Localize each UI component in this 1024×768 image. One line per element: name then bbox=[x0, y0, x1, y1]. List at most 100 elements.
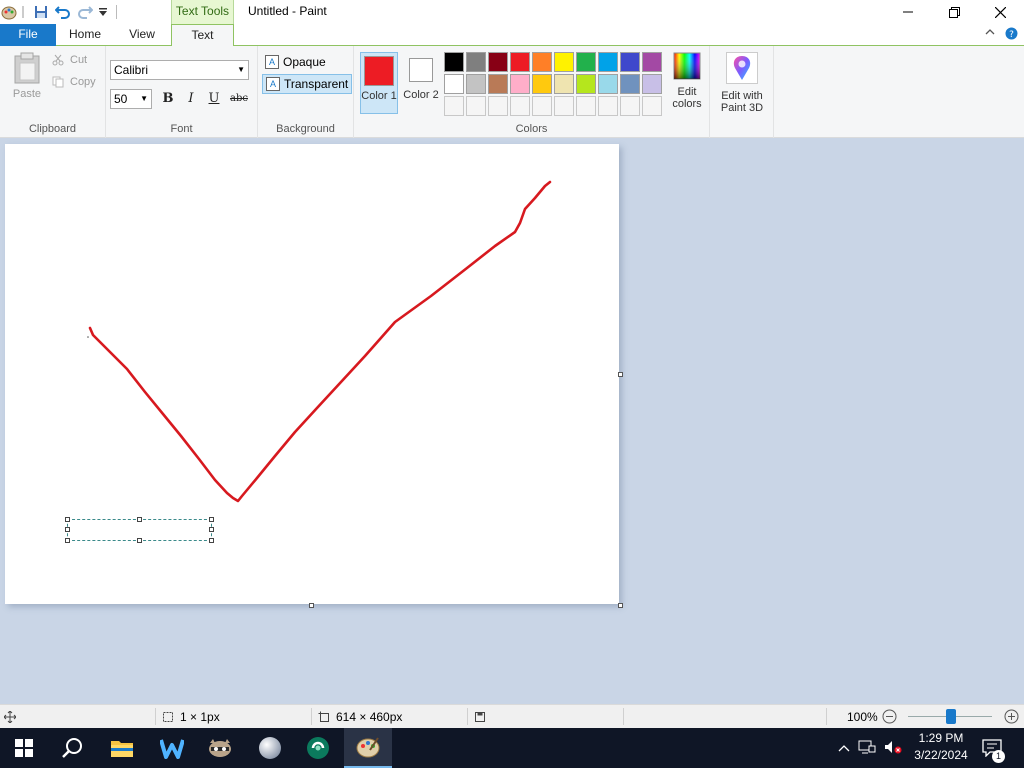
palette-swatch[interactable] bbox=[642, 52, 662, 72]
palette-swatch[interactable] bbox=[576, 74, 596, 94]
drawing-canvas[interactable] bbox=[5, 144, 619, 604]
divider bbox=[116, 5, 117, 19]
zoom-in-icon[interactable] bbox=[1004, 705, 1019, 728]
palette-swatch[interactable] bbox=[598, 74, 618, 94]
color-palette bbox=[444, 52, 662, 116]
resize-handle[interactable] bbox=[209, 527, 214, 532]
palette-swatch[interactable] bbox=[510, 52, 530, 72]
palette-swatch[interactable] bbox=[598, 96, 618, 116]
minimize-icon[interactable] bbox=[885, 0, 931, 24]
palette-swatch[interactable] bbox=[620, 96, 640, 116]
resize-handle[interactable] bbox=[137, 517, 142, 522]
resize-handle[interactable] bbox=[65, 538, 70, 543]
zoom-out-icon[interactable] bbox=[882, 705, 897, 728]
undo-icon[interactable] bbox=[54, 3, 72, 21]
app-raccoon-icon[interactable] bbox=[196, 728, 244, 768]
palette-swatch[interactable] bbox=[444, 52, 464, 72]
resize-handle[interactable] bbox=[137, 538, 142, 543]
paste-button[interactable]: Paste bbox=[10, 52, 44, 100]
palette-swatch[interactable] bbox=[576, 96, 596, 116]
palette-swatch[interactable] bbox=[532, 74, 552, 94]
collapse-ribbon-icon[interactable] bbox=[985, 27, 995, 43]
palette-swatch[interactable] bbox=[554, 96, 574, 116]
palette-swatch[interactable] bbox=[532, 52, 552, 72]
opaque-option[interactable]: A Opaque bbox=[262, 52, 329, 72]
bold-button[interactable]: B bbox=[158, 89, 178, 109]
font-family-dropdown[interactable]: Calibri ▼ bbox=[110, 60, 249, 80]
tab-home[interactable]: Home bbox=[58, 24, 112, 46]
canvas-resize-handle-right[interactable] bbox=[618, 372, 623, 377]
palette-swatch[interactable] bbox=[510, 96, 530, 116]
palette-swatch[interactable] bbox=[488, 74, 508, 94]
chevron-down-icon: ▼ bbox=[237, 65, 245, 74]
canvas-resize-handle-bottom[interactable] bbox=[309, 603, 314, 608]
chevron-up-icon[interactable] bbox=[838, 741, 850, 755]
close-icon[interactable] bbox=[977, 0, 1023, 24]
text-selection-box[interactable] bbox=[65, 517, 214, 543]
resize-handle[interactable] bbox=[65, 517, 70, 522]
network-icon[interactable] bbox=[858, 740, 876, 757]
palette-swatch[interactable] bbox=[466, 52, 486, 72]
palette-swatch[interactable] bbox=[444, 74, 464, 94]
italic-button[interactable]: I bbox=[181, 89, 201, 109]
palette-swatch[interactable] bbox=[466, 74, 486, 94]
paint-icon[interactable] bbox=[344, 728, 392, 768]
edit-with-paint3d-label: Edit with Paint 3D bbox=[720, 90, 764, 114]
palette-swatch[interactable] bbox=[554, 74, 574, 94]
strikethrough-button[interactable]: abc bbox=[227, 89, 251, 109]
divider bbox=[311, 708, 312, 725]
font-size-dropdown[interactable]: 50 ▼ bbox=[110, 89, 152, 109]
resize-handle[interactable] bbox=[65, 527, 70, 532]
resize-handle[interactable] bbox=[209, 538, 214, 543]
search-icon[interactable] bbox=[48, 728, 96, 768]
color-2-button[interactable]: Color 2 bbox=[402, 52, 440, 114]
font-group: Calibri ▼ 50 ▼ B I U abc Font bbox=[106, 46, 258, 138]
palette-swatch[interactable] bbox=[444, 96, 464, 116]
transparent-option[interactable]: A Transparent bbox=[262, 74, 353, 94]
edit-colors-button[interactable]: Edit colors bbox=[666, 52, 708, 110]
start-icon[interactable] bbox=[0, 728, 48, 768]
palette-swatch[interactable] bbox=[510, 74, 530, 94]
resize-handle[interactable] bbox=[209, 517, 214, 522]
cut-button[interactable]: Cut bbox=[52, 54, 87, 66]
tab-file[interactable]: File bbox=[0, 24, 56, 46]
restore-icon[interactable] bbox=[931, 0, 977, 24]
volume-muted-icon[interactable] bbox=[884, 740, 902, 757]
palette-swatch[interactable] bbox=[576, 52, 596, 72]
edit-with-paint3d-button[interactable]: Edit with Paint 3D bbox=[714, 52, 770, 114]
selection-size-value: 1 × 1px bbox=[180, 709, 220, 724]
palette-swatch[interactable] bbox=[488, 96, 508, 116]
canvas-size-value: 614 × 460px bbox=[336, 709, 403, 724]
file-explorer-icon[interactable] bbox=[98, 728, 146, 768]
underline-button[interactable]: U bbox=[204, 89, 224, 109]
clock-time: 1:29 PM bbox=[918, 731, 964, 745]
app-w-icon[interactable] bbox=[148, 728, 196, 768]
app-ball-icon[interactable] bbox=[246, 728, 294, 768]
transparent-icon: A bbox=[266, 77, 280, 91]
palette-swatch[interactable] bbox=[598, 52, 618, 72]
tab-text[interactable]: Text bbox=[171, 24, 234, 47]
save-icon[interactable] bbox=[32, 3, 50, 21]
palette-swatch[interactable] bbox=[532, 96, 552, 116]
canvas-resize-handle-corner[interactable] bbox=[618, 603, 623, 608]
ribbon-tab-bar: File Home View Text ? bbox=[0, 24, 1024, 47]
palette-swatch[interactable] bbox=[642, 74, 662, 94]
tab-view[interactable]: View bbox=[114, 24, 170, 46]
palette-swatch[interactable] bbox=[642, 96, 662, 116]
palette-swatch[interactable] bbox=[466, 96, 486, 116]
notifications-button[interactable]: 1 bbox=[982, 728, 1005, 768]
palette-swatch[interactable] bbox=[620, 74, 640, 94]
palette-swatch[interactable] bbox=[488, 52, 508, 72]
color-1-button[interactable]: Color 1 bbox=[360, 52, 398, 114]
zoom-slider-thumb[interactable] bbox=[946, 709, 956, 724]
redo-icon[interactable] bbox=[76, 3, 94, 21]
palette-swatch[interactable] bbox=[554, 52, 574, 72]
copy-button[interactable]: Copy bbox=[52, 76, 96, 88]
clock[interactable]: 1:29 PM 3/22/2024 bbox=[906, 730, 976, 764]
background-group-label: Background bbox=[276, 123, 335, 135]
customize-quick-access-icon[interactable] bbox=[96, 3, 110, 21]
paint-app-icon[interactable] bbox=[0, 3, 18, 21]
help-icon[interactable]: ? bbox=[1005, 27, 1018, 43]
app-green-icon[interactable] bbox=[294, 728, 342, 768]
palette-swatch[interactable] bbox=[620, 52, 640, 72]
